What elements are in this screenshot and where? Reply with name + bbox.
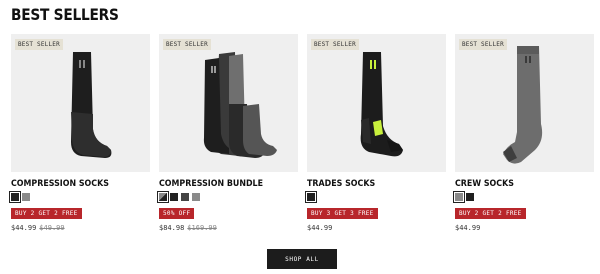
product-name[interactable]: COMPRESSION SOCKS [11,179,109,189]
price: $44.99 [307,224,335,232]
promo-badge: BUY 3 GET 3 FREE [307,208,378,219]
sale-price: $44.99 [455,224,481,232]
sock-image [71,52,112,158]
product-image[interactable]: BEST SELLER [11,34,150,172]
color-swatches [453,191,474,203]
promo-badge: 50% OFF [159,208,195,219]
color-swatch-black[interactable] [466,193,474,201]
color-swatches [305,191,317,203]
compare-price: $169.99 [187,224,217,232]
color-swatches [157,191,200,203]
sock-image [360,52,403,157]
product-image[interactable]: BEST SELLER [455,34,594,172]
product-card-compression-socks[interactable]: BEST SELLER COMPRESSION SOCKS BUY 2 GET … [9,34,150,232]
price: $84.98 $169.99 [159,224,217,232]
product-name[interactable]: CREW SOCKS [455,179,514,189]
promo-badge: BUY 2 GET 2 FREE [11,208,82,219]
product-image[interactable]: BEST SELLER [159,34,298,172]
product-card-compression-bundle[interactable]: BEST SELLER COMPRESSION BUNDLE 50% OFF $… [157,34,298,232]
shop-all-button[interactable]: SHOP ALL [267,249,337,269]
best-seller-badge: BEST SELLER [311,39,359,50]
promo-badge: BUY 2 GET 2 FREE [455,208,526,219]
color-swatch-grey[interactable] [192,193,200,201]
price: $44.99 $49.99 [11,224,65,232]
compare-price: $49.99 [39,224,65,232]
product-card-trades-socks[interactable]: BEST SELLER TRADES SOCKS BUY 3 GET 3 FRE… [305,34,446,232]
color-swatch-mixed[interactable] [157,191,169,203]
product-name[interactable]: TRADES SOCKS [307,179,375,189]
sale-price: $84.98 [159,224,185,232]
color-swatch-charcoal[interactable] [181,193,189,201]
color-swatch-black[interactable] [305,191,317,203]
best-seller-badge: BEST SELLER [15,39,63,50]
color-swatch-grey[interactable] [22,193,30,201]
color-swatch-black[interactable] [170,193,178,201]
color-swatch-grey[interactable] [453,191,465,203]
price: $44.99 [455,224,483,232]
sale-price: $44.99 [307,224,333,232]
product-image[interactable]: BEST SELLER [307,34,446,172]
section-title: BEST SELLERS [11,5,119,24]
color-swatches [9,191,30,203]
best-seller-badge: BEST SELLER [459,39,507,50]
sock-image [503,46,543,164]
product-name[interactable]: COMPRESSION BUNDLE [159,179,263,189]
best-seller-badge: BEST SELLER [163,39,211,50]
color-swatch-black[interactable] [9,191,21,203]
sale-price: $44.99 [11,224,37,232]
product-card-crew-socks[interactable]: BEST SELLER CREW SOCKS BUY 2 GET 2 FREE … [453,34,594,232]
sock-bundle-image [203,52,277,158]
